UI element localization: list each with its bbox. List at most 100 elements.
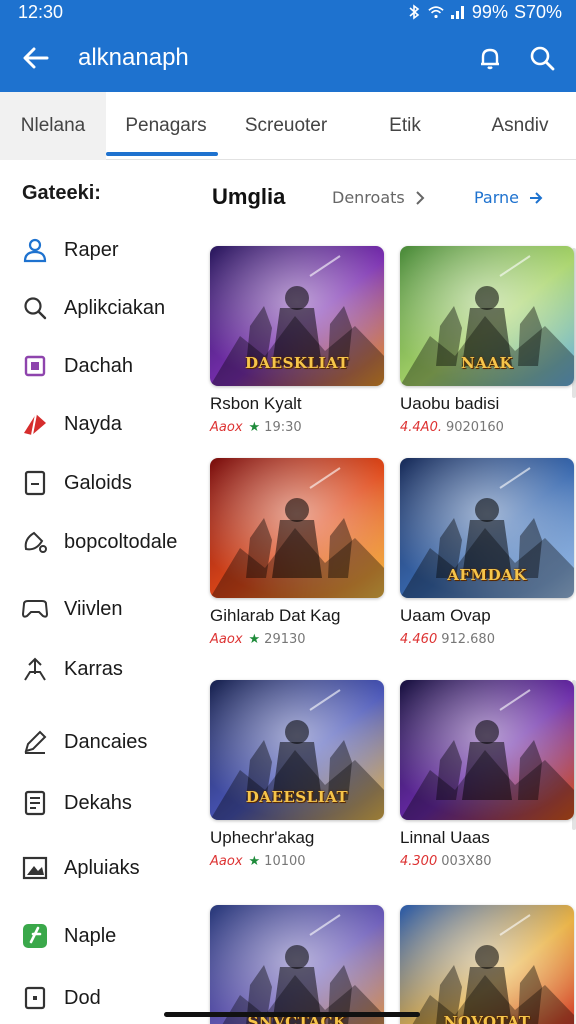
share-icon bbox=[20, 654, 50, 684]
app-title: Uaam Ovap bbox=[400, 606, 491, 625]
status-bar: 12:30 99% S70% bbox=[0, 0, 576, 24]
app-meta: 4.4A0. 9020160 bbox=[400, 420, 574, 435]
sidebar-item-viivlen[interactable]: Viivlen bbox=[20, 591, 196, 627]
price-tag: Aaox bbox=[210, 420, 243, 435]
app-thumbnail[interactable]: DAESKLIAT bbox=[210, 246, 384, 386]
app-thumbnail[interactable]: AFMDAK bbox=[400, 458, 574, 598]
battery-text: 99% bbox=[471, 1, 508, 22]
game-logo-banner: NAAK bbox=[460, 354, 514, 372]
status-icons: 99% S70% bbox=[406, 2, 562, 23]
app-title: Rsbon Kyalt bbox=[210, 394, 302, 413]
app-card[interactable]: NOVOTAT bbox=[400, 905, 574, 1024]
sidebar-item-dekahs[interactable]: Dekahs bbox=[20, 785, 196, 821]
app-meta: Aaox ★ 10100 bbox=[210, 854, 384, 869]
app-thumbnail[interactable]: NAAK bbox=[400, 246, 574, 386]
home-indicator[interactable] bbox=[164, 1012, 420, 1017]
bell-icon bbox=[481, 48, 499, 70]
green-app-icon bbox=[20, 921, 50, 951]
sidebar-item-aplikciakan[interactable]: Aplikciakan bbox=[20, 290, 196, 326]
signal-text: S70% bbox=[513, 1, 562, 22]
sidebar-item-label: Dekahs bbox=[64, 791, 132, 814]
person-icon bbox=[20, 235, 50, 265]
app-title: Gihlarab Dat Kag bbox=[210, 606, 341, 625]
tab-nlelana[interactable]: Nlelana bbox=[0, 92, 106, 160]
box-icon bbox=[20, 468, 50, 498]
arrow-right-icon bbox=[530, 191, 543, 204]
rating-count: 19:30 bbox=[264, 420, 302, 435]
sidebar-item-label: Dancaies bbox=[64, 730, 148, 753]
category-sidebar: Gateeki: Raper Aplikciakan Dachah Nayda … bbox=[0, 160, 196, 1024]
sidebar-item-dod[interactable]: Dod bbox=[20, 980, 196, 1016]
sidebar-item-label: bopcoltodale bbox=[64, 530, 178, 553]
sidebar-item-label: Karras bbox=[64, 657, 123, 680]
price-tag: Aaox bbox=[210, 632, 243, 647]
app-card[interactable]: Linnal Uaas 4.300 003X80 bbox=[400, 680, 574, 869]
price-tag: 4.4A0. bbox=[400, 420, 442, 435]
sidebar-item-galoids[interactable]: Galoids bbox=[20, 465, 196, 501]
sidebar-item-dachah[interactable]: Dachah bbox=[20, 348, 196, 384]
star-icon: ★ bbox=[248, 632, 261, 647]
square-icon bbox=[20, 351, 50, 381]
wifi-icon bbox=[428, 4, 444, 20]
app-thumbnail[interactable]: SNVCTACK bbox=[210, 905, 384, 1024]
notification-button[interactable] bbox=[464, 24, 516, 92]
app-thumbnail[interactable] bbox=[400, 680, 574, 820]
game-logo-banner: DAESKLIAT bbox=[245, 354, 349, 372]
app-card[interactable]: AFMDAK Uaam Ovap 4.460 912.680 bbox=[400, 458, 574, 647]
filter-link[interactable]: Parne bbox=[474, 188, 543, 207]
sidebar-item-bopcoltodale[interactable]: bopcoltodale bbox=[20, 524, 196, 560]
tab-bar: Nlelana Penagars Screuoter Etik Asndiv bbox=[0, 92, 576, 160]
rating-count: 9020160 bbox=[445, 420, 504, 435]
sidebar-item-apluiaks[interactable]: Apluiaks bbox=[20, 850, 196, 886]
sidebar-item-raper[interactable]: Raper bbox=[20, 232, 196, 268]
tab-asndiv[interactable]: Asndiv bbox=[464, 92, 576, 160]
app-card[interactable]: DAEESLIAT Uphechr'akag Aaox ★ 10100 bbox=[210, 680, 384, 869]
app-title: alknanaph bbox=[78, 44, 189, 71]
section-title: Umglia bbox=[212, 184, 286, 209]
sidebar-item-label: Dachah bbox=[64, 354, 133, 377]
app-card[interactable]: NAAK Uaobu badisi 4.4A0. 9020160 bbox=[400, 246, 574, 435]
star-icon: ★ bbox=[248, 854, 261, 869]
tab-screuoter[interactable]: Screuoter bbox=[226, 92, 346, 160]
game-logo-banner: AFMDAK bbox=[447, 566, 527, 584]
app-meta: 4.460 912.680 bbox=[400, 632, 574, 647]
sidebar-item-label: Viivlen bbox=[64, 597, 123, 620]
sidebar-item-label: Aplikciakan bbox=[64, 296, 166, 319]
filter-label: Parne bbox=[474, 188, 520, 207]
app-meta: Aaox ★ 29130 bbox=[210, 632, 384, 647]
sidebar-item-karras[interactable]: Karras bbox=[20, 651, 196, 687]
document-icon bbox=[20, 788, 50, 818]
app-thumbnail[interactable] bbox=[210, 458, 384, 598]
sidebar-item-label: Dod bbox=[64, 986, 101, 1009]
rating-count: 29130 bbox=[264, 632, 306, 647]
sidebar-item-nayda[interactable]: Nayda bbox=[20, 406, 196, 442]
sidebar-item-dancaies[interactable]: Dancaies bbox=[20, 724, 196, 760]
app-title: Uphechr'akag bbox=[210, 828, 315, 847]
back-button[interactable] bbox=[8, 24, 64, 92]
app-thumbnail[interactable]: DAEESLIAT bbox=[210, 680, 384, 820]
status-time: 12:30 bbox=[18, 1, 64, 22]
sidebar-item-label: Raper bbox=[64, 238, 119, 261]
sort-link[interactable]: Denroats bbox=[332, 188, 425, 207]
app-card[interactable]: SNVCTACK bbox=[210, 905, 384, 1024]
app-title: Linnal Uaas bbox=[400, 828, 490, 847]
game-logo-banner: DAEESLIAT bbox=[245, 788, 349, 806]
sidebar-item-label: Galoids bbox=[64, 471, 132, 494]
sidebar-item-label: Apluiaks bbox=[64, 856, 140, 879]
tab-etik[interactable]: Etik bbox=[346, 92, 464, 160]
dot-box-icon bbox=[20, 983, 50, 1013]
price-tag: 4.300 bbox=[400, 854, 438, 869]
search-button[interactable] bbox=[516, 24, 568, 92]
app-card[interactable]: DAESKLIAT Rsbon Kyalt Aaox ★ 19:30 bbox=[210, 246, 384, 435]
sidebar-item-naple[interactable]: Naple bbox=[20, 918, 196, 954]
app-title: Uaobu badisi bbox=[400, 394, 500, 413]
rating-count: 10100 bbox=[264, 854, 306, 869]
app-bar: alknanaph bbox=[0, 24, 576, 92]
app-card[interactable]: Gihlarab Dat Kag Aaox ★ 29130 bbox=[210, 458, 384, 647]
app-thumbnail[interactable]: NOVOTAT bbox=[400, 905, 574, 1024]
sidebar-item-label: Nayda bbox=[64, 412, 122, 435]
tab-penagars[interactable]: Penagars bbox=[106, 92, 226, 160]
edit-icon bbox=[20, 527, 50, 557]
chevron-right-icon bbox=[416, 190, 425, 205]
main-content: Umglia Denroats Parne DAESKLIAT Rsbon Ky… bbox=[196, 160, 576, 1024]
